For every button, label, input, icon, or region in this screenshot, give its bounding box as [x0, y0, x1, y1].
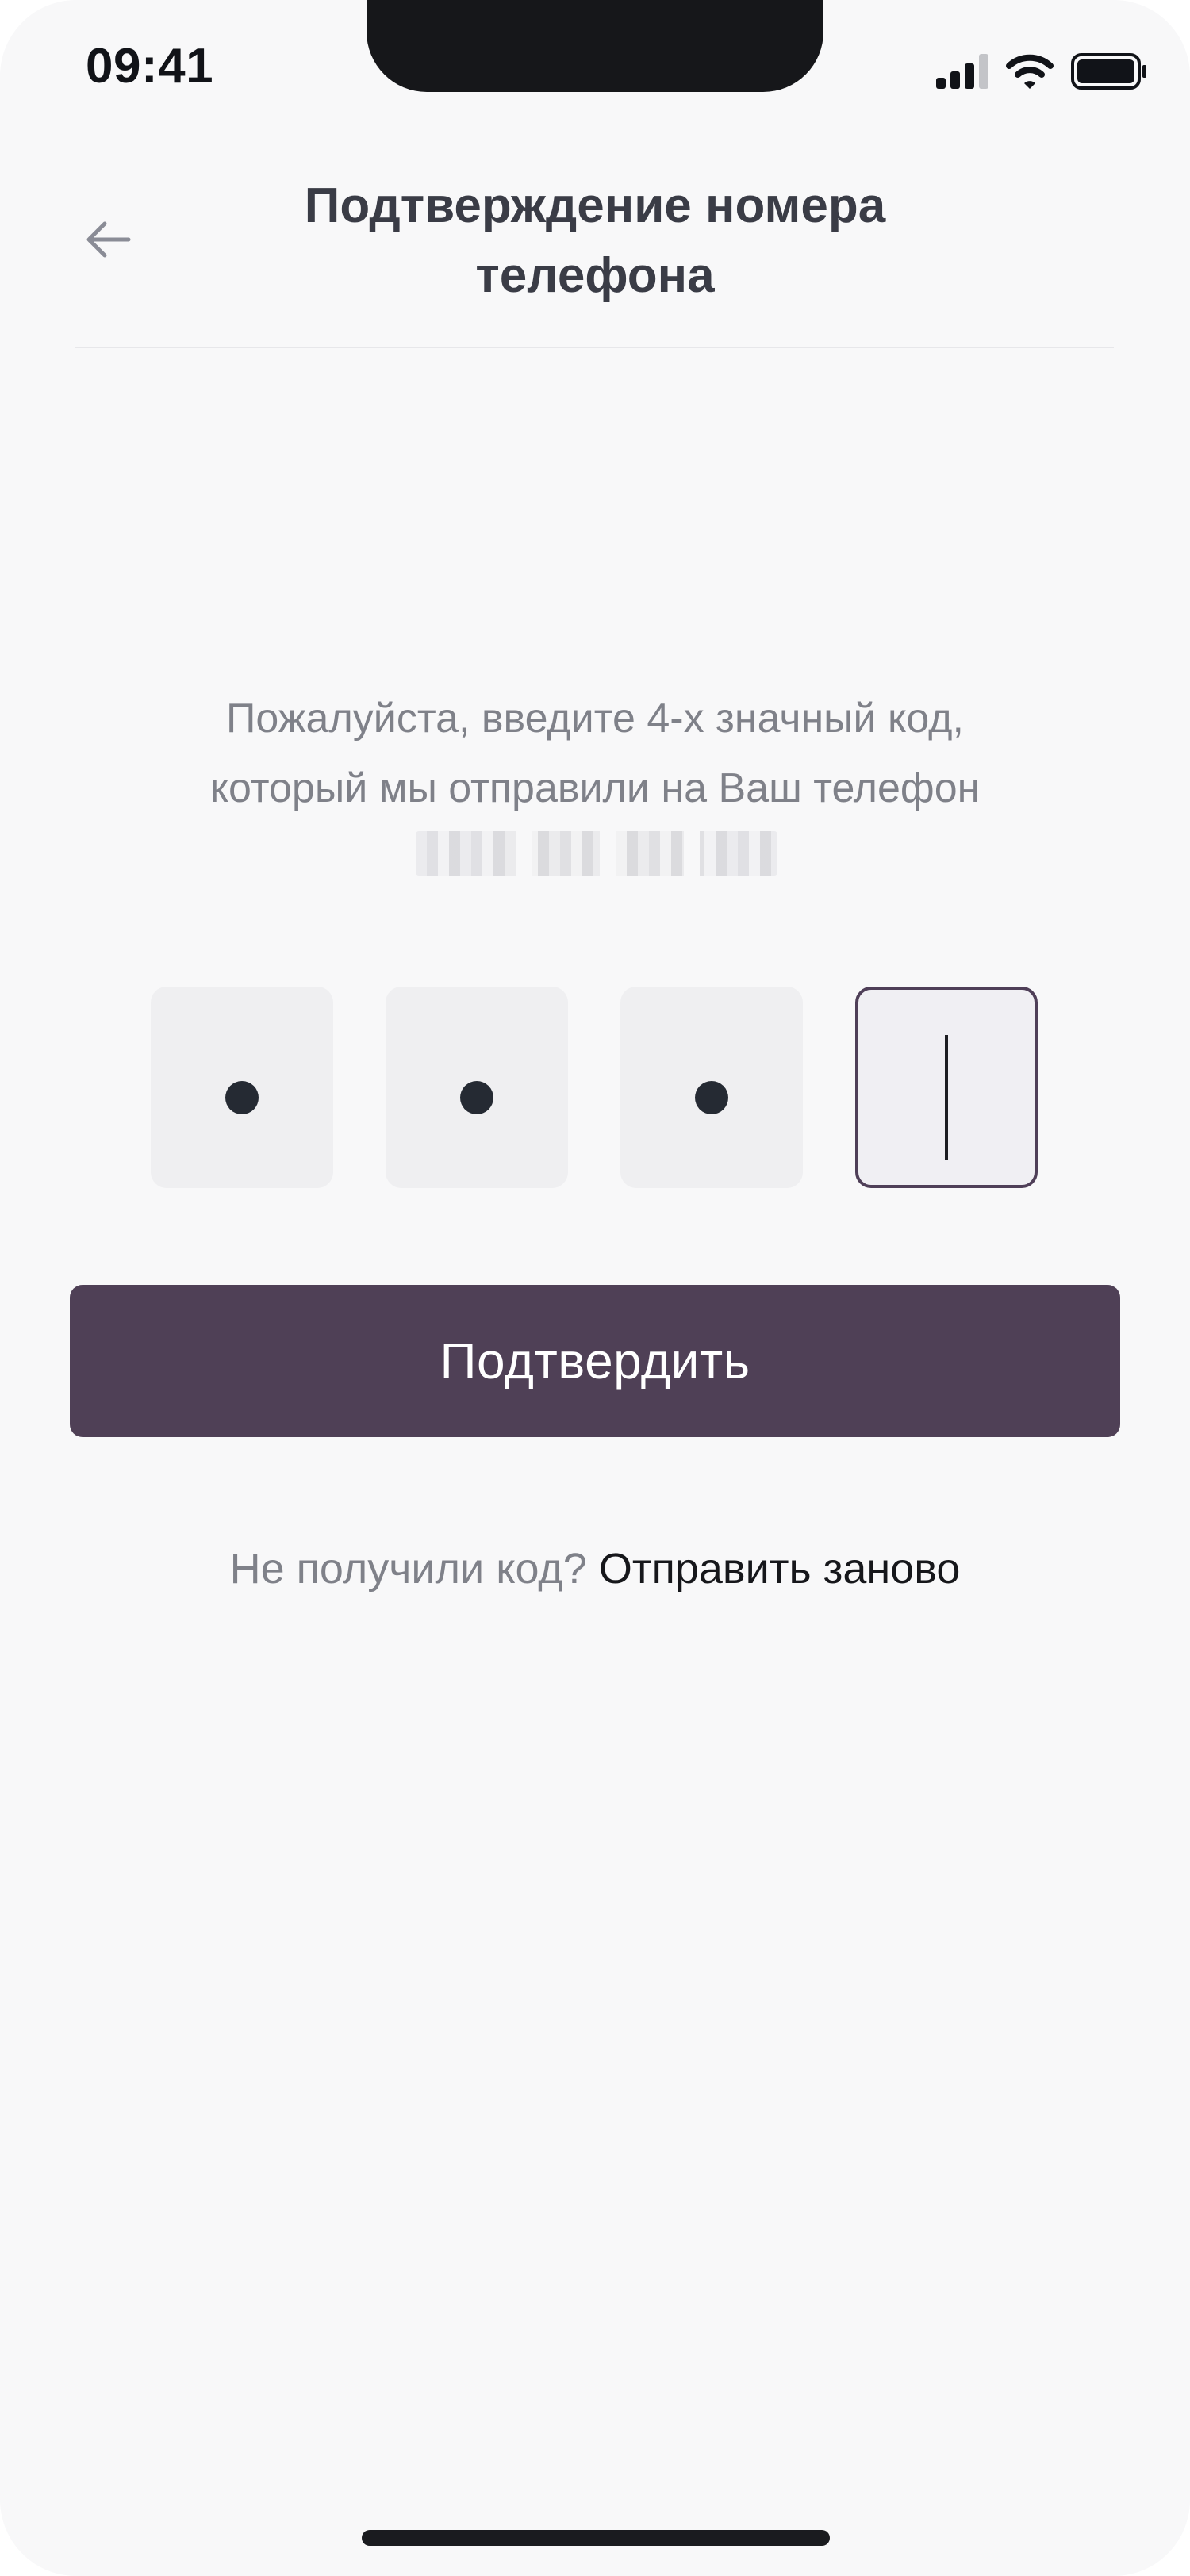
otp-digit-4[interactable] [855, 987, 1038, 1188]
confirm-button[interactable]: Подтвердить [70, 1285, 1120, 1437]
otp-code-input [151, 987, 1039, 1188]
otp-digit-3[interactable] [620, 987, 803, 1188]
wifi-icon [1006, 54, 1054, 89]
otp-filled-dot [225, 1081, 259, 1114]
home-indicator[interactable] [362, 2530, 830, 2546]
cellular-signal-icon [936, 54, 988, 89]
page-title: Подтверждение номера телефона [304, 178, 886, 303]
instruction-line-2: который мы отправили на Ваш телефон [209, 765, 981, 811]
resend-prompt: Не получили код? [229, 1545, 599, 1593]
battery-icon [1071, 53, 1146, 90]
instruction-text: Пожалуйста, введите 4-х значный код, кот… [79, 684, 1111, 823]
instruction-line-1: Пожалуйста, введите 4-х значный код, [226, 696, 964, 742]
otp-digit-2[interactable] [386, 987, 568, 1188]
otp-filled-dot [695, 1081, 728, 1114]
text-caret [945, 1035, 948, 1160]
status-icons [936, 49, 1147, 94]
back-button[interactable] [76, 208, 140, 271]
resend-code-link[interactable]: Отправить заново [599, 1545, 961, 1593]
arrow-left-icon [86, 221, 131, 258]
phone-screen: 09:41 Подтверждение номера телефона Пожал… [0, 0, 1190, 2576]
masked-phone-number [416, 831, 777, 876]
header-divider [75, 347, 1114, 348]
device-notch [367, 0, 823, 92]
otp-filled-dot [460, 1081, 493, 1114]
resend-row: Не получили код? Отправить заново [0, 1537, 1190, 1600]
status-time: 09:41 [86, 39, 214, 94]
otp-digit-1[interactable] [151, 987, 333, 1188]
